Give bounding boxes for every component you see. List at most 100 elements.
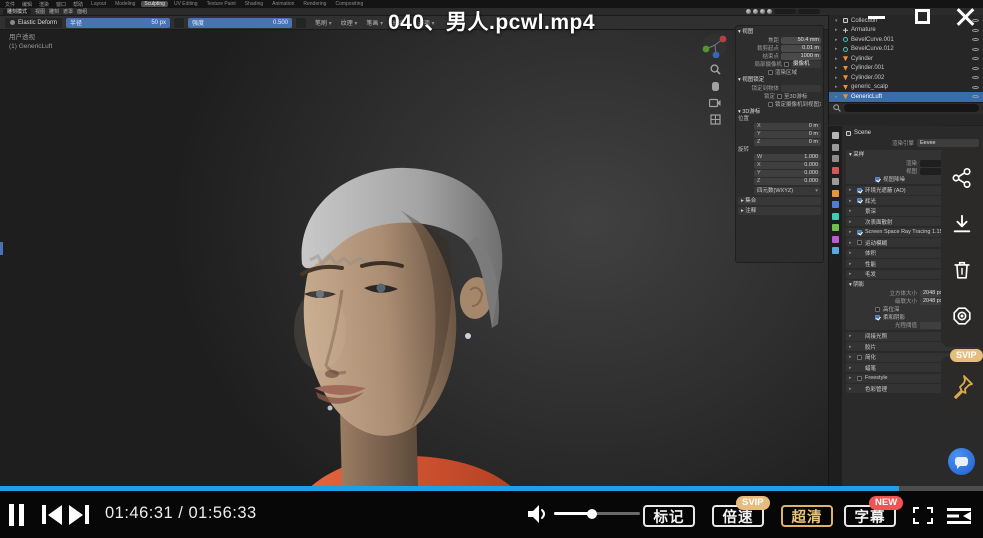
workspace-tab-compositing[interactable]: Compositing [332,1,366,7]
trash-icon[interactable] [951,259,973,281]
overlay-dropdown[interactable] [774,9,796,14]
quality-button[interactable]: 超清 [781,505,833,527]
active-tool-indicator[interactable] [0,242,3,255]
tab-physics-icon[interactable] [832,224,839,231]
dropdown-texture[interactable]: 纹理 [341,18,358,27]
menu-file[interactable]: 文件 [3,1,17,8]
bloom-checkbox[interactable] [857,198,862,203]
menu-help[interactable]: 帮助 [71,1,85,8]
download-icon[interactable] [951,213,973,235]
menu-render[interactable]: 渲染 [37,1,51,8]
tab-scene-icon[interactable] [832,167,839,174]
pause-button[interactable] [9,504,24,526]
outliner-search-input[interactable] [844,104,979,112]
shading-rendered-icon[interactable] [767,9,772,14]
visibility-eye-icon[interactable] [972,46,979,53]
tab-output-icon[interactable] [832,144,839,151]
visibility-eye-icon[interactable] [972,36,979,43]
next-button[interactable] [69,505,89,524]
record-icon[interactable] [951,305,973,327]
visibility-eye-icon[interactable] [972,55,979,62]
lock-camera-checkbox[interactable] [768,102,773,107]
scene-breadcrumb[interactable]: Scene [846,128,979,138]
gizmo-dropdown[interactable] [798,9,820,14]
mark-button[interactable]: 标记 [643,505,695,527]
dropdown-brush[interactable]: 笔刷 [315,18,332,27]
previous-button[interactable] [42,505,62,524]
ortho-grid-icon[interactable] [710,114,721,125]
section-view[interactable]: ▾ 视图 [738,28,821,36]
pin-icon[interactable] [950,374,974,400]
visibility-eye-icon[interactable] [972,27,979,34]
strength-slider[interactable]: 强度 0.500 [188,18,292,28]
close-button[interactable] [955,7,975,27]
high-bitdepth-checkbox[interactable] [875,307,880,312]
camera-field[interactable]: 摄像机 [791,61,821,68]
tab-viewlayer-icon[interactable] [832,155,839,162]
outliner-item-bevelcurve012[interactable]: ▸BevelCurve.012 [829,45,983,55]
visibility-eye-icon[interactable] [972,84,979,91]
outliner-item-genericluft-selected[interactable]: ▸GenericLuft [829,92,983,102]
section-annotations[interactable]: ▸ 注释 [738,207,821,215]
outliner-item-generic-scalp[interactable]: ▸generic_scalp [829,83,983,93]
workspace-tab-texturepaint[interactable]: Texture Paint [204,1,239,7]
outliner-item-cylinder001[interactable]: ▸Cylinder.001 [829,64,983,74]
lock-object-field[interactable] [781,85,821,92]
workspace-tab-uvediting[interactable]: UV Editing [171,1,201,7]
cursor-rot-w[interactable]: W1.000 [754,154,821,161]
render-region-checkbox[interactable] [768,70,773,75]
visibility-eye-icon[interactable] [972,93,979,100]
zoom-icon[interactable] [710,64,721,75]
viewport-menu-mask[interactable]: 遮罩 [63,8,73,15]
section-3d-cursor[interactable]: ▾ 3D游标 [738,108,821,116]
lock-cursor-checkbox[interactable] [777,94,782,99]
shading-mode-buttons[interactable] [746,9,820,14]
workspace-tab-modeling[interactable]: Modeling [112,1,138,7]
ssrt-checkbox[interactable] [857,230,862,235]
visibility-eye-icon[interactable] [972,65,979,72]
soft-shadows-checkbox[interactable] [875,315,880,320]
focal-field[interactable]: 50.4 mm [781,37,821,44]
radius-pressure-icon[interactable] [174,18,184,28]
outliner-item-cylinder002[interactable]: ▸Cylinder.002 [829,73,983,83]
volume-icon[interactable] [527,504,549,524]
dropdown-options[interactable]: 选项 [418,18,435,27]
tab-render-icon[interactable] [832,132,839,139]
viewport-denoise-checkbox[interactable] [875,177,880,182]
move-hand-icon[interactable] [710,81,721,92]
fullscreen-button[interactable] [913,507,933,524]
viewport-menu-sculpt[interactable]: 雕刻 [49,8,59,15]
cursor-rot-y[interactable]: Y0.000 [754,170,821,177]
radius-slider[interactable]: 半径 50 px [66,18,170,28]
workspace-tab-sculpting[interactable]: Sculpting [141,1,168,7]
tab-constraints-icon[interactable] [832,236,839,243]
cursor-loc-y[interactable]: Y0 m [754,131,821,138]
cursor-loc-x[interactable]: X0 m [754,123,821,130]
cursor-loc-z[interactable]: Z0 m [754,139,821,146]
section-view-lock[interactable]: ▾ 视图锁定 [738,76,821,84]
render-engine-dropdown[interactable]: Eevee [917,139,979,147]
simplify-checkbox[interactable] [857,355,862,360]
clip-end-field[interactable]: 1000 m [781,53,821,60]
cursor-rot-x[interactable]: X0.000 [754,162,821,169]
menu-window[interactable]: 窗口 [54,1,68,8]
rotation-mode-dropdown[interactable]: 四元数(WXYZ) [754,187,821,195]
dropdown-falloff[interactable]: 衰减 [392,18,409,27]
ao-checkbox[interactable] [857,188,862,193]
tab-modifier-icon[interactable] [832,201,839,208]
section-collections[interactable]: ▸ 集合 [738,197,821,205]
shading-wireframe-icon[interactable] [746,9,751,14]
outliner-item-bevelcurve001[interactable]: ▸BevelCurve.001 [829,35,983,45]
workspace-tab-rendering[interactable]: Rendering [300,1,329,7]
mode-selector[interactable]: 雕刻模式 [3,9,31,15]
tab-world-icon[interactable] [832,178,839,185]
model-male-head[interactable] [280,160,540,486]
tab-particles-icon[interactable] [832,213,839,220]
viewport-menu-view[interactable]: 视图 [35,8,45,15]
freestyle-checkbox[interactable] [857,376,862,381]
workspace-tab-shading[interactable]: Shading [242,1,266,7]
motion-blur-checkbox[interactable] [857,240,862,245]
camera-view-icon[interactable] [709,98,721,108]
share-icon[interactable] [951,167,973,189]
pin-panel[interactable]: SVIP [941,356,983,418]
